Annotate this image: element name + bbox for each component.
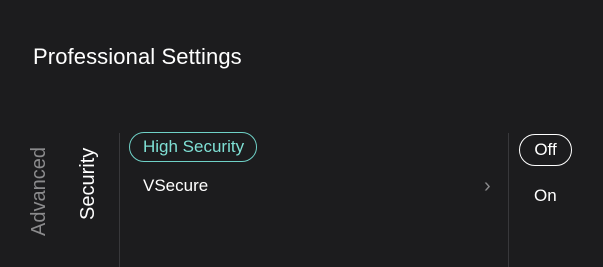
menu-item-vsecure[interactable]: VSecure <box>143 176 208 196</box>
option-off[interactable]: Off <box>519 134 572 166</box>
chevron-right-icon: › <box>484 175 491 197</box>
tab-security[interactable]: Security <box>77 148 100 220</box>
column-divider-left <box>119 133 120 267</box>
professional-settings-screen: Professional Settings Advanced Security … <box>0 0 603 267</box>
page-title: Professional Settings <box>33 44 242 69</box>
option-on[interactable]: On <box>534 186 557 206</box>
menu-item-high-security[interactable]: High Security <box>129 132 258 162</box>
column-divider-right <box>508 133 509 267</box>
tab-advanced[interactable]: Advanced <box>28 147 51 236</box>
